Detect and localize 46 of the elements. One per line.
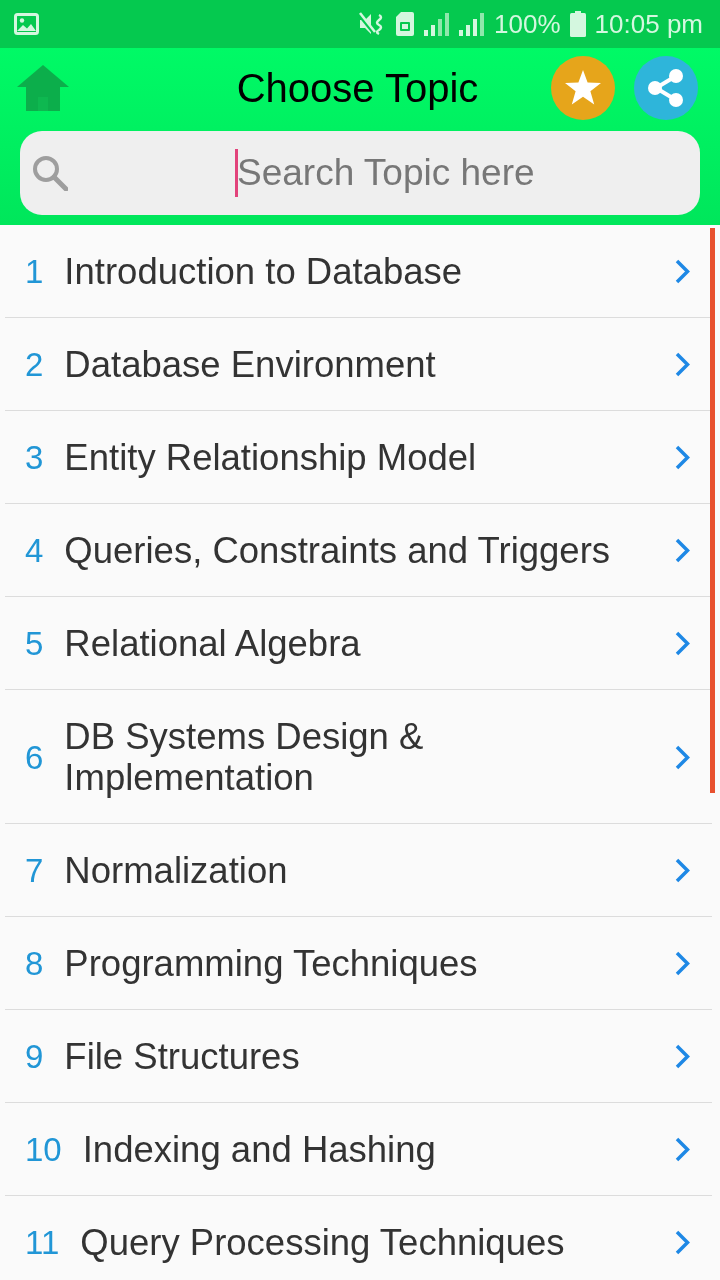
topic-title[interactable]: Introduction to Database: [64, 251, 639, 292]
topic-title[interactable]: Programming Techniques: [64, 943, 639, 984]
picture-icon: [14, 13, 39, 35]
topic-number: 1: [25, 252, 44, 292]
chevron-right-icon: [675, 1137, 690, 1162]
topic-number: 4: [25, 531, 44, 571]
clock: 10:05 pm: [594, 9, 703, 39]
topic-title[interactable]: Entity Relationship Model: [64, 437, 639, 478]
topic-title[interactable]: Indexing and Hashing: [82, 1129, 639, 1170]
topic-number: 11: [25, 1223, 60, 1263]
topic-number: 7: [25, 851, 44, 891]
chevron-right-icon: [675, 631, 690, 656]
topic-title[interactable]: Queries, Constraints and Triggers: [64, 530, 639, 571]
star-icon: [564, 70, 602, 106]
chevron-right-icon: [675, 259, 690, 284]
topic-title[interactable]: Normalization: [64, 850, 639, 891]
search-field[interactable]: Search Topic here: [20, 131, 700, 215]
screen-title: Choose Topic: [236, 65, 479, 111]
topic-title[interactable]: Relational Algebra: [64, 623, 639, 664]
chevron-right-icon: [675, 445, 690, 470]
topic-title[interactable]: Database Environment: [64, 344, 639, 385]
battery-percent: 100%: [494, 9, 561, 39]
battery-icon: [569, 11, 586, 37]
topic-number: 6: [25, 737, 44, 778]
topic-number: 2: [25, 345, 44, 385]
topic-title[interactable]: Query Processing Techniques: [80, 1222, 639, 1263]
topic-title[interactable]: File Structures: [64, 1036, 639, 1077]
chevron-right-icon: [675, 744, 690, 770]
signal-icon: [459, 12, 486, 36]
topic-number: 9: [25, 1037, 44, 1077]
chevron-right-icon: [675, 538, 690, 563]
signal-icon: [424, 12, 451, 36]
chevron-right-icon: [675, 951, 690, 976]
search-icon: [32, 155, 68, 191]
topic-number: 8: [25, 944, 44, 984]
chevron-right-icon: [675, 352, 690, 377]
sim-card-icon: [395, 11, 416, 37]
home-icon[interactable]: [17, 65, 69, 111]
topic-title[interactable]: DB Systems Design & Implementation: [64, 716, 639, 798]
topic-number: 5: [25, 624, 44, 664]
topic-number: 3: [25, 438, 44, 478]
chevron-right-icon: [675, 1230, 690, 1255]
chevron-right-icon: [675, 858, 690, 883]
chevron-right-icon: [675, 1044, 690, 1069]
topic-number: 10: [25, 1130, 62, 1170]
share-icon: [648, 69, 684, 107]
